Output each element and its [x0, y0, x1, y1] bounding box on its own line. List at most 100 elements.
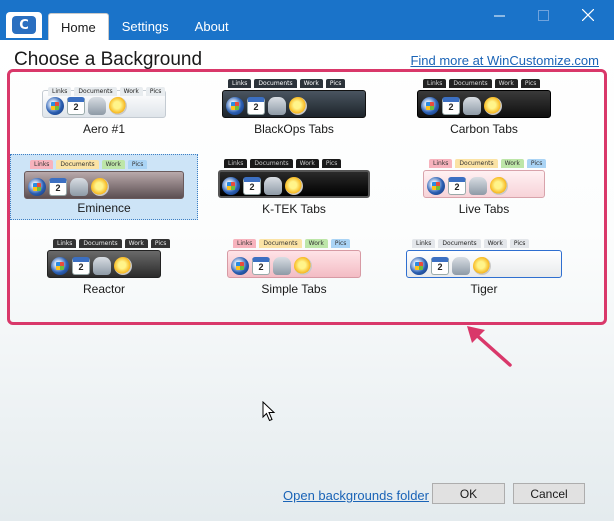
thumbnail-tab: Links: [429, 159, 453, 168]
weather-sun-icon: [114, 257, 132, 275]
weather-sun-icon: [285, 177, 303, 195]
windows-logo-icon: [231, 257, 249, 275]
maximize-icon: [537, 9, 549, 21]
thumbnail-tab: Work: [500, 159, 524, 168]
thumbnail-tab: Work: [304, 239, 328, 248]
thumbnail-tab: Work: [483, 239, 507, 248]
background-item-eminence[interactable]: Links Documents Work Pics 2 Eminence: [10, 154, 198, 220]
windows-logo-icon: [421, 97, 439, 115]
background-item-blackops[interactable]: Links Documents Work Pics 2 BlackOps Tabs: [200, 74, 388, 140]
close-icon: [582, 9, 594, 21]
background-thumbnail: Links Documents Work Pics 2: [218, 159, 370, 198]
thumbnail-tab: Documents: [259, 239, 302, 248]
weather-sun-icon: [490, 177, 508, 195]
thumbnail-tab: Documents: [250, 159, 293, 168]
thumbnail-tab: Documents: [254, 79, 297, 88]
background-item-simple[interactable]: Links Documents Work Pics 2 Simple Tabs: [200, 234, 388, 300]
thumbnail-tab: Links: [30, 160, 54, 169]
thumbnail-tab: Links: [48, 87, 72, 96]
background-item-label: K-TEK Tabs: [262, 202, 326, 216]
thumbnail-tab-row: Links Documents Work Pics: [233, 239, 351, 248]
windows-logo-icon: [46, 97, 64, 115]
minimize-icon: [493, 15, 505, 16]
calendar-icon: 2: [67, 97, 85, 115]
annotation-arrow-icon: [467, 326, 512, 367]
background-item-label: Aero #1: [82, 122, 126, 136]
thumbnail-tab: Work: [119, 87, 143, 96]
thumbnail-icons: 2: [222, 177, 303, 195]
thumbnail-tab: Documents: [438, 239, 481, 248]
app-logo-icon[interactable]: C: [6, 12, 42, 38]
tab-about[interactable]: About: [182, 13, 242, 40]
windows-logo-icon: [410, 257, 428, 275]
find-more-link[interactable]: Find more at WinCustomize.com: [410, 53, 599, 68]
thumbnail-tab-row: Links Documents Work Pics: [412, 239, 530, 248]
people-icon: [452, 257, 470, 275]
tab-bar: Home Settings About: [48, 13, 242, 40]
title-bar: C Home Settings About: [0, 0, 614, 40]
windows-logo-icon: [28, 178, 46, 196]
background-item-label: BlackOps Tabs: [254, 122, 334, 136]
main-panel: Choose a Background Find more at WinCust…: [0, 40, 614, 521]
maximize-button[interactable]: [521, 2, 565, 28]
windows-logo-icon: [51, 257, 69, 275]
background-thumbnail: Links Documents Work Pics 2: [406, 239, 562, 278]
tab-home[interactable]: Home: [48, 13, 109, 40]
thumbnail-tab: Pics: [330, 239, 351, 248]
background-item-carbon[interactable]: Links Documents Work Pics 2 Carbon Tabs: [390, 74, 578, 140]
thumbnail-tab: Work: [101, 160, 125, 169]
people-icon: [88, 97, 106, 115]
thumbnail-tab: Pics: [526, 159, 547, 168]
thumbnail-tab: Documents: [455, 159, 498, 168]
people-icon: [70, 178, 88, 196]
background-item-label: Tiger: [470, 282, 498, 296]
calendar-icon: 2: [431, 257, 449, 275]
people-icon: [469, 177, 487, 195]
background-thumbnail: Links Documents Work Pics 2: [423, 159, 547, 198]
ok-button[interactable]: OK: [432, 483, 505, 504]
background-item-ktek[interactable]: Links Documents Work Pics 2 K-TEK Tabs: [200, 154, 388, 220]
windows-logo-icon: [226, 97, 244, 115]
close-button[interactable]: [566, 2, 610, 28]
background-thumbnail: Links Documents Work Pics 2: [417, 79, 551, 118]
thumbnail-tab: Links: [228, 79, 252, 88]
thumbnail-icons: 2: [231, 257, 312, 275]
background-item-label: Simple Tabs: [261, 282, 327, 296]
people-icon: [268, 97, 286, 115]
weather-sun-icon: [484, 97, 502, 115]
thumbnail-tab: Pics: [150, 239, 171, 248]
open-backgrounds-folder-link[interactable]: Open backgrounds folder: [283, 488, 429, 503]
thumbnail-icons: 2: [427, 177, 508, 195]
thumbnail-tab: Links: [233, 239, 257, 248]
weather-sun-icon: [91, 178, 109, 196]
weather-sun-icon: [289, 97, 307, 115]
people-icon: [273, 257, 291, 275]
background-item-reactor[interactable]: Links Documents Work Pics 2 Reactor: [10, 234, 198, 300]
thumbnail-icons: 2: [51, 257, 132, 275]
thumbnail-icons: 2: [410, 257, 491, 275]
thumbnail-tab-row: Links Documents Work Pics: [48, 87, 166, 96]
thumbnail-tab-row: Links Documents Work Pics: [228, 79, 346, 88]
thumbnail-tab: Pics: [127, 160, 148, 169]
cancel-button[interactable]: Cancel: [513, 483, 585, 504]
background-thumbnail: Links Documents Work Pics 2: [227, 239, 361, 278]
calendar-icon: 2: [243, 177, 261, 195]
thumbnail-icons: 2: [421, 97, 502, 115]
mouse-cursor-icon: [262, 401, 276, 422]
thumbnail-tab: Pics: [520, 79, 541, 88]
weather-sun-icon: [294, 257, 312, 275]
thumbnail-tab: Links: [224, 159, 248, 168]
background-item-live[interactable]: Links Documents Work Pics 2 Live Tabs: [390, 154, 578, 220]
windows-logo-icon: [427, 177, 445, 195]
background-thumbnail: Links Documents Work Pics 2: [24, 160, 184, 199]
background-item-tiger[interactable]: Links Documents Work Pics 2 Tiger: [390, 234, 578, 300]
minimize-button[interactable]: [477, 2, 521, 28]
thumbnail-tab: Pics: [145, 87, 166, 96]
tab-settings[interactable]: Settings: [109, 13, 182, 40]
background-item-aero[interactable]: Links Documents Work Pics 2 Aero #1: [10, 74, 198, 140]
thumbnail-icons: 2: [28, 178, 109, 196]
background-thumbnail: Links Documents Work Pics 2: [42, 79, 166, 118]
people-icon: [463, 97, 481, 115]
people-icon: [264, 177, 282, 195]
weather-sun-icon: [109, 97, 127, 115]
